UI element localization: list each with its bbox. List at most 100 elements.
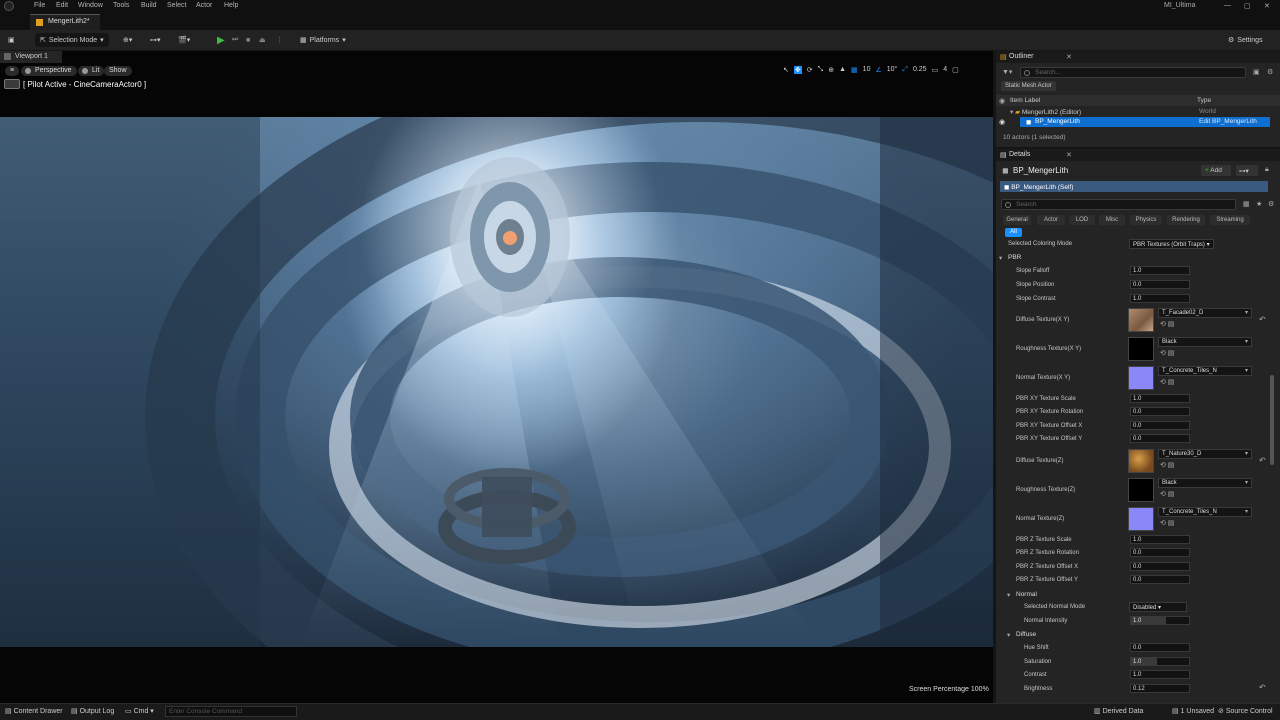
tab-rendering[interactable]: Rendering [1167,215,1205,225]
grid-snap-value[interactable]: 10 [863,66,871,74]
normal-mode-dropdown[interactable]: Disabled ▾ [1129,602,1187,612]
saturation-slider[interactable]: 1.0 [1130,657,1190,666]
details-settings-icon[interactable]: ⚙ [1268,200,1274,208]
tab-physics[interactable]: Physics [1130,215,1162,225]
maximize-viewport-icon[interactable]: ▢ [952,66,959,74]
scale-snap-value[interactable]: 0.25 [913,66,927,74]
roughness-xy-thumbnail[interactable] [1128,337,1154,361]
blueprint-options-button[interactable]: ⊶▾ [1236,165,1258,176]
diffuse-xy-thumbnail[interactable] [1128,308,1154,332]
camera-icon[interactable] [4,79,20,89]
unreal-logo-icon[interactable] [4,1,14,11]
browse-asset-icon[interactable]: ⟲ ▤ [1160,349,1174,357]
column-item-label[interactable]: Item Label [1010,97,1040,104]
move-tool-icon[interactable]: ✥ [793,66,802,74]
cmd-button[interactable]: ▭ Cmd ▾ [125,707,154,715]
xy-rotation-input[interactable]: 0.0 [1130,407,1190,416]
browse-asset-icon[interactable]: ⟲ ▤ [1160,378,1174,386]
z-rotation-input[interactable]: 0.0 [1130,548,1190,557]
menu-file[interactable]: File [34,2,45,9]
surface-snap-icon[interactable]: ▲ [839,66,846,74]
perspective-button[interactable]: Perspective [21,66,77,76]
close-window-icon[interactable]: ✕ [1264,2,1270,10]
menu-actor[interactable]: Actor [196,2,212,9]
normal-xy-thumbnail[interactable] [1128,366,1154,390]
lit-button[interactable]: Lit [78,66,105,76]
settings-icon[interactable]: ⚙ [1267,68,1273,76]
derived-data-button[interactable]: ▥ Derived Data [1094,707,1143,715]
brightness-input[interactable]: 0.12 [1130,684,1190,693]
tab-lod[interactable]: LOD [1069,215,1095,225]
z-offset-x-input[interactable]: 0.0 [1130,562,1190,571]
maximize-icon[interactable]: ▢ [1244,2,1251,10]
selection-mode-button[interactable]: ⇱ Selection Mode ▾ [35,33,109,47]
add-component-button[interactable]: + Add [1201,165,1231,176]
menu-tools[interactable]: Tools [113,2,129,9]
close-tab-icon[interactable]: ✕ [1066,53,1072,61]
xy-scale-input[interactable]: 1.0 [1130,394,1190,403]
viewport-scene-render[interactable] [0,117,993,647]
diffuse-z-asset-picker[interactable]: T_Nature30_D [1158,449,1252,459]
roughness-z-thumbnail[interactable] [1128,478,1154,502]
edit-blueprint-link[interactable]: Edit BP_MengerLith [1199,118,1257,125]
viewport-tab[interactable]: Viewport 1 [0,51,62,63]
section-normal[interactable]: Normal [1007,591,1037,599]
eject-icon[interactable]: ⏏ [259,33,266,47]
browse-asset-icon[interactable]: ⟲ ▤ [1160,461,1174,469]
normal-xy-asset-picker[interactable]: T_Concrete_Tiles_N [1158,366,1252,376]
camera-speed-value[interactable]: 4 [943,66,947,74]
tab-general[interactable]: General [1003,215,1031,225]
section-pbr[interactable]: PBR [999,254,1022,262]
outliner-tab[interactable]: ▤ Outliner ✕ [996,51,1280,63]
source-control-button[interactable]: ⊘ Source Control [1218,707,1273,715]
save-icon[interactable]: ▣ [8,33,15,47]
document-tab[interactable]: MengerLith2* [30,14,100,30]
normal-intensity-slider[interactable]: 1.0 [1130,616,1190,625]
property-matrix-icon[interactable]: ▦ [1243,200,1250,208]
details-search-input[interactable]: Search [1001,199,1236,210]
close-tab-icon[interactable]: ✕ [1066,151,1072,159]
stop-icon[interactable]: ■ [246,33,250,47]
viewport-menu-button[interactable]: ≡ [5,66,20,76]
browse-asset-icon[interactable]: ⟲ ▤ [1160,519,1174,527]
blueprint-icon[interactable]: ⊶▾ [150,33,161,47]
tab-streaming[interactable]: Streaming [1210,215,1250,225]
outliner-search-input[interactable]: Search... [1020,67,1246,78]
details-tab[interactable]: ▤ Details ✕ [996,149,1280,161]
visibility-icon[interactable]: ◉ [999,97,1005,105]
camera-speed-icon[interactable]: ▭ [932,66,939,74]
output-log-button[interactable]: ▤ Output Log [71,707,114,715]
slope-position-input[interactable]: 0.0 [1130,280,1190,289]
reset-to-default-icon[interactable]: ↶ [1259,456,1266,465]
world-space-icon[interactable]: ⊕ [828,66,834,74]
slope-contrast-input[interactable]: 1.0 [1130,294,1190,303]
diffuse-z-thumbnail[interactable] [1128,449,1154,473]
visibility-eye-icon[interactable]: ◉ [999,118,1005,126]
roughness-z-asset-picker[interactable]: Black [1158,478,1252,488]
minimize-icon[interactable]: — [1224,2,1231,9]
component-self-row[interactable]: ◼ BP_MengerLith (Self) [1000,181,1268,192]
hue-shift-input[interactable]: 0.0 [1130,643,1190,652]
settings-button[interactable]: ⚙ Settings [1228,33,1263,47]
add-folder-icon[interactable]: ▣ [1253,68,1260,76]
tab-all[interactable]: All [1005,228,1022,237]
roughness-xy-asset-picker[interactable]: Black [1158,337,1252,347]
normal-z-asset-picker[interactable]: T_Concrete_Tiles_N [1158,507,1252,517]
more-options-icon[interactable]: ⋮ [276,33,283,47]
menu-build[interactable]: Build [141,2,157,9]
menu-select[interactable]: Select [167,2,186,9]
content-drawer-button[interactable]: ▤ Content Drawer [5,707,63,715]
favorites-star-icon[interactable]: ★ [1256,200,1262,208]
tab-actor[interactable]: Actor [1037,215,1065,225]
browse-asset-icon[interactable]: ⟲ ▤ [1160,320,1174,328]
rotation-snap-icon[interactable]: ∠ [875,66,881,74]
diffuse-xy-asset-picker[interactable]: T_Facade02_D [1158,308,1252,318]
grid-snap-icon[interactable]: ▦ [851,66,858,74]
step-icon[interactable]: ⏭ [232,33,238,47]
console-command-input[interactable]: Enter Console Command [165,706,297,717]
scale-tool-icon[interactable]: ⤡ [818,66,824,74]
column-type[interactable]: Type [1197,97,1211,104]
contrast-input[interactable]: 1.0 [1130,670,1190,679]
platforms-button[interactable]: ▦ Platforms ▾ [300,33,346,47]
add-content-icon[interactable]: ⊕▾ [123,33,132,47]
